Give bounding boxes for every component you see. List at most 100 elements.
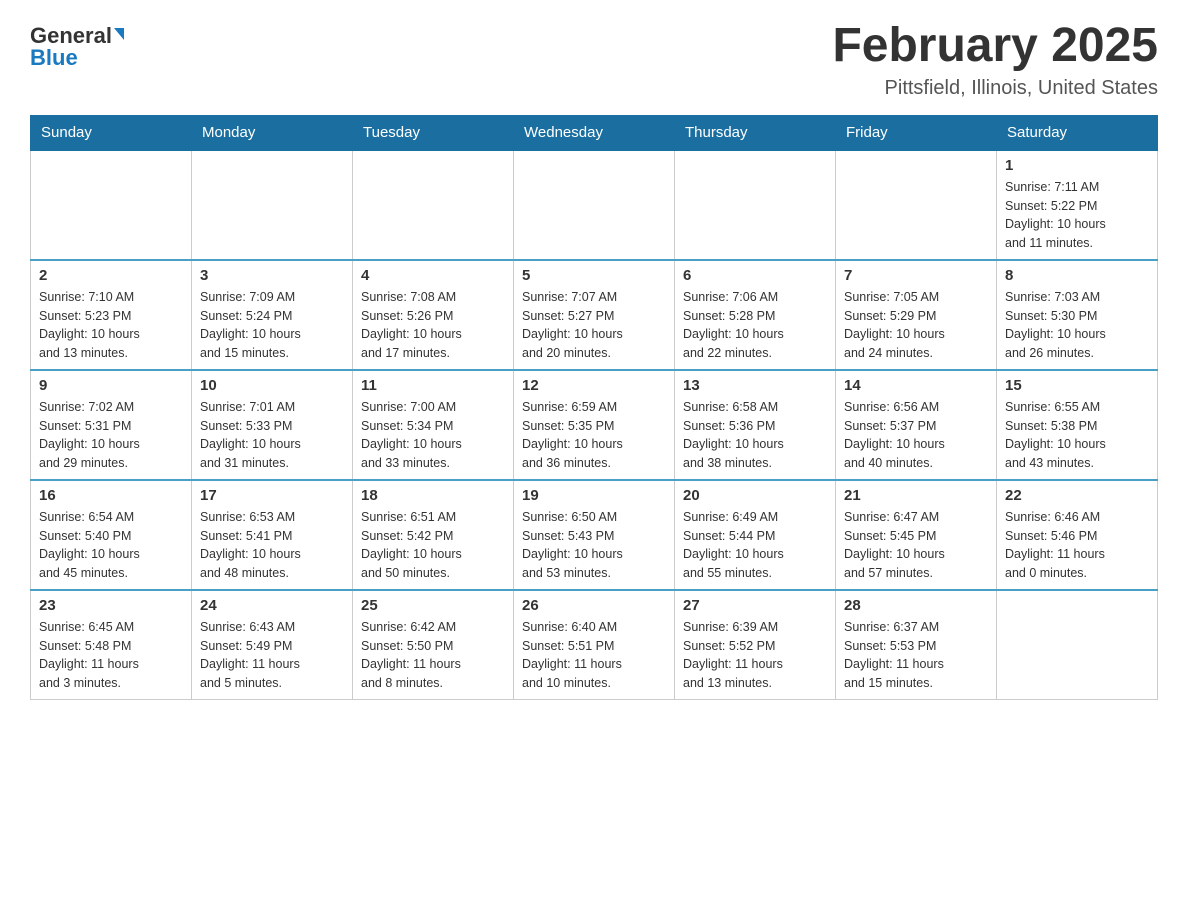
calendar-table: SundayMondayTuesdayWednesdayThursdayFrid… — [30, 115, 1158, 700]
day-info: Sunrise: 6:46 AMSunset: 5:46 PMDaylight:… — [1005, 508, 1149, 583]
day-number: 18 — [361, 487, 505, 504]
calendar-cell: 6Sunrise: 7:06 AMSunset: 5:28 PMDaylight… — [675, 260, 836, 370]
day-number: 15 — [1005, 377, 1149, 394]
day-info: Sunrise: 6:51 AMSunset: 5:42 PMDaylight:… — [361, 508, 505, 583]
day-info: Sunrise: 6:50 AMSunset: 5:43 PMDaylight:… — [522, 508, 666, 583]
calendar-cell: 27Sunrise: 6:39 AMSunset: 5:52 PMDayligh… — [675, 590, 836, 700]
day-info: Sunrise: 6:56 AMSunset: 5:37 PMDaylight:… — [844, 398, 988, 473]
day-number: 12 — [522, 377, 666, 394]
day-info: Sunrise: 7:02 AMSunset: 5:31 PMDaylight:… — [39, 398, 183, 473]
day-number: 25 — [361, 597, 505, 614]
calendar-cell: 17 Sunrise: 6:53 AMSunset: 5:41 PMDayligh… — [192, 480, 353, 590]
calendar-cell: 23Sunrise: 6:45 AMSunset: 5:48 PMDayligh… — [31, 590, 192, 700]
day-info: Sunrise: 7:00 AMSunset: 5:34 PMDaylight:… — [361, 398, 505, 473]
calendar-cell: 5 Sunrise: 7:07 AMSunset: 5:27 PMDaylight… — [514, 260, 675, 370]
day-number: 9 — [39, 377, 183, 394]
calendar-cell: 13 Sunrise: 6:58 AMSunset: 5:36 PMDayligh… — [675, 370, 836, 480]
logo-blue: Blue — [30, 47, 78, 69]
calendar-cell: 24 Sunrise: 6:43 AMSunset: 5:49 PMDayligh… — [192, 590, 353, 700]
day-info: Sunrise: 7:01 AMSunset: 5:33 PMDaylight:… — [200, 398, 344, 473]
calendar-cell — [836, 150, 997, 260]
day-info: Sunrise: 6:39 AMSunset: 5:52 PMDaylight:… — [683, 618, 827, 693]
day-info: Sunrise: 6:43 AMSunset: 5:49 PMDaylight:… — [200, 618, 344, 693]
day-number: 20 — [683, 487, 827, 504]
calendar-week-4: 16 Sunrise: 6:54 AMSunset: 5:40 PMDayligh… — [31, 480, 1158, 590]
calendar-week-2: 2 Sunrise: 7:10 AMSunset: 5:23 PMDaylight… — [31, 260, 1158, 370]
weekday-header-sunday: Sunday — [31, 115, 192, 150]
day-number: 7 — [844, 267, 988, 284]
day-number: 13 — [683, 377, 827, 394]
calendar-cell: 26 Sunrise: 6:40 AMSunset: 5:51 PMDayligh… — [514, 590, 675, 700]
day-number: 17 — [200, 487, 344, 504]
month-title: February 2025 — [832, 20, 1158, 73]
day-info: Sunrise: 6:58 AMSunset: 5:36 PMDaylight:… — [683, 398, 827, 473]
calendar-cell: 7 Sunrise: 7:05 AMSunset: 5:29 PMDaylight… — [836, 260, 997, 370]
day-info: Sunrise: 6:55 AMSunset: 5:38 PMDaylight:… — [1005, 398, 1149, 473]
page-header: General Blue February 2025 Pittsfield, I… — [30, 20, 1158, 100]
day-number: 3 — [200, 267, 344, 284]
day-info: Sunrise: 6:49 AMSunset: 5:44 PMDaylight:… — [683, 508, 827, 583]
day-number: 23 — [39, 597, 183, 614]
day-info: Sunrise: 6:54 AMSunset: 5:40 PMDaylight:… — [39, 508, 183, 583]
day-info: Sunrise: 7:10 AMSunset: 5:23 PMDaylight:… — [39, 288, 183, 363]
day-number: 5 — [522, 267, 666, 284]
day-info: Sunrise: 7:05 AMSunset: 5:29 PMDaylight:… — [844, 288, 988, 363]
day-info: Sunrise: 6:40 AMSunset: 5:51 PMDaylight:… — [522, 618, 666, 693]
weekday-header-tuesday: Tuesday — [353, 115, 514, 150]
day-info: Sunrise: 6:37 AMSunset: 5:53 PMDaylight:… — [844, 618, 988, 693]
calendar-cell — [192, 150, 353, 260]
calendar-cell: 4 Sunrise: 7:08 AMSunset: 5:26 PMDaylight… — [353, 260, 514, 370]
day-info: Sunrise: 7:07 AMSunset: 5:27 PMDaylight:… — [522, 288, 666, 363]
weekday-header-saturday: Saturday — [997, 115, 1158, 150]
day-number: 14 — [844, 377, 988, 394]
day-info: Sunrise: 6:53 AMSunset: 5:41 PMDaylight:… — [200, 508, 344, 583]
logo: General Blue — [30, 25, 124, 69]
calendar-cell: 14 Sunrise: 6:56 AMSunset: 5:37 PMDayligh… — [836, 370, 997, 480]
weekday-header-thursday: Thursday — [675, 115, 836, 150]
day-number: 28 — [844, 597, 988, 614]
day-number: 4 — [361, 267, 505, 284]
calendar-cell: 28 Sunrise: 6:37 AMSunset: 5:53 PMDayligh… — [836, 590, 997, 700]
day-number: 2 — [39, 267, 183, 284]
calendar-cell: 1 Sunrise: 7:11 AMSunset: 5:22 PMDaylight… — [997, 150, 1158, 260]
day-number: 26 — [522, 597, 666, 614]
calendar-cell: 3Sunrise: 7:09 AMSunset: 5:24 PMDaylight… — [192, 260, 353, 370]
calendar-header-row: SundayMondayTuesdayWednesdayThursdayFrid… — [31, 115, 1158, 150]
day-info: Sunrise: 6:47 AMSunset: 5:45 PMDaylight:… — [844, 508, 988, 583]
logo-arrow-icon — [114, 28, 124, 40]
day-number: 16 — [39, 487, 183, 504]
calendar-cell — [353, 150, 514, 260]
day-info: Sunrise: 7:11 AMSunset: 5:22 PMDaylight:… — [1005, 178, 1149, 253]
calendar-cell: 16 Sunrise: 6:54 AMSunset: 5:40 PMDayligh… — [31, 480, 192, 590]
calendar-cell: 18 Sunrise: 6:51 AMSunset: 5:42 PMDayligh… — [353, 480, 514, 590]
day-info: Sunrise: 6:59 AMSunset: 5:35 PMDaylight:… — [522, 398, 666, 473]
calendar-week-5: 23Sunrise: 6:45 AMSunset: 5:48 PMDayligh… — [31, 590, 1158, 700]
calendar-week-3: 9 Sunrise: 7:02 AMSunset: 5:31 PMDaylight… — [31, 370, 1158, 480]
day-info: Sunrise: 7:06 AMSunset: 5:28 PMDaylight:… — [683, 288, 827, 363]
title-section: February 2025 Pittsfield, Illinois, Unit… — [832, 20, 1158, 100]
day-info: Sunrise: 6:42 AMSunset: 5:50 PMDaylight:… — [361, 618, 505, 693]
calendar-cell: 10 Sunrise: 7:01 AMSunset: 5:33 PMDayligh… — [192, 370, 353, 480]
day-number: 10 — [200, 377, 344, 394]
calendar-cell: 19Sunrise: 6:50 AMSunset: 5:43 PMDayligh… — [514, 480, 675, 590]
calendar-week-1: 1 Sunrise: 7:11 AMSunset: 5:22 PMDaylight… — [31, 150, 1158, 260]
day-number: 24 — [200, 597, 344, 614]
calendar-cell: 9 Sunrise: 7:02 AMSunset: 5:31 PMDaylight… — [31, 370, 192, 480]
calendar-cell: 2 Sunrise: 7:10 AMSunset: 5:23 PMDaylight… — [31, 260, 192, 370]
calendar-cell: 25 Sunrise: 6:42 AMSunset: 5:50 PMDayligh… — [353, 590, 514, 700]
weekday-header-monday: Monday — [192, 115, 353, 150]
weekday-header-friday: Friday — [836, 115, 997, 150]
logo-general: General — [30, 25, 112, 47]
calendar-cell: 8Sunrise: 7:03 AMSunset: 5:30 PMDaylight… — [997, 260, 1158, 370]
day-info: Sunrise: 7:08 AMSunset: 5:26 PMDaylight:… — [361, 288, 505, 363]
calendar-cell: 20 Sunrise: 6:49 AMSunset: 5:44 PMDayligh… — [675, 480, 836, 590]
day-number: 21 — [844, 487, 988, 504]
weekday-header-wednesday: Wednesday — [514, 115, 675, 150]
location-title: Pittsfield, Illinois, United States — [832, 77, 1158, 100]
calendar-cell — [514, 150, 675, 260]
calendar-cell — [675, 150, 836, 260]
day-number: 1 — [1005, 157, 1149, 174]
calendar-cell — [31, 150, 192, 260]
day-number: 22 — [1005, 487, 1149, 504]
calendar-cell: 12 Sunrise: 6:59 AMSunset: 5:35 PMDayligh… — [514, 370, 675, 480]
